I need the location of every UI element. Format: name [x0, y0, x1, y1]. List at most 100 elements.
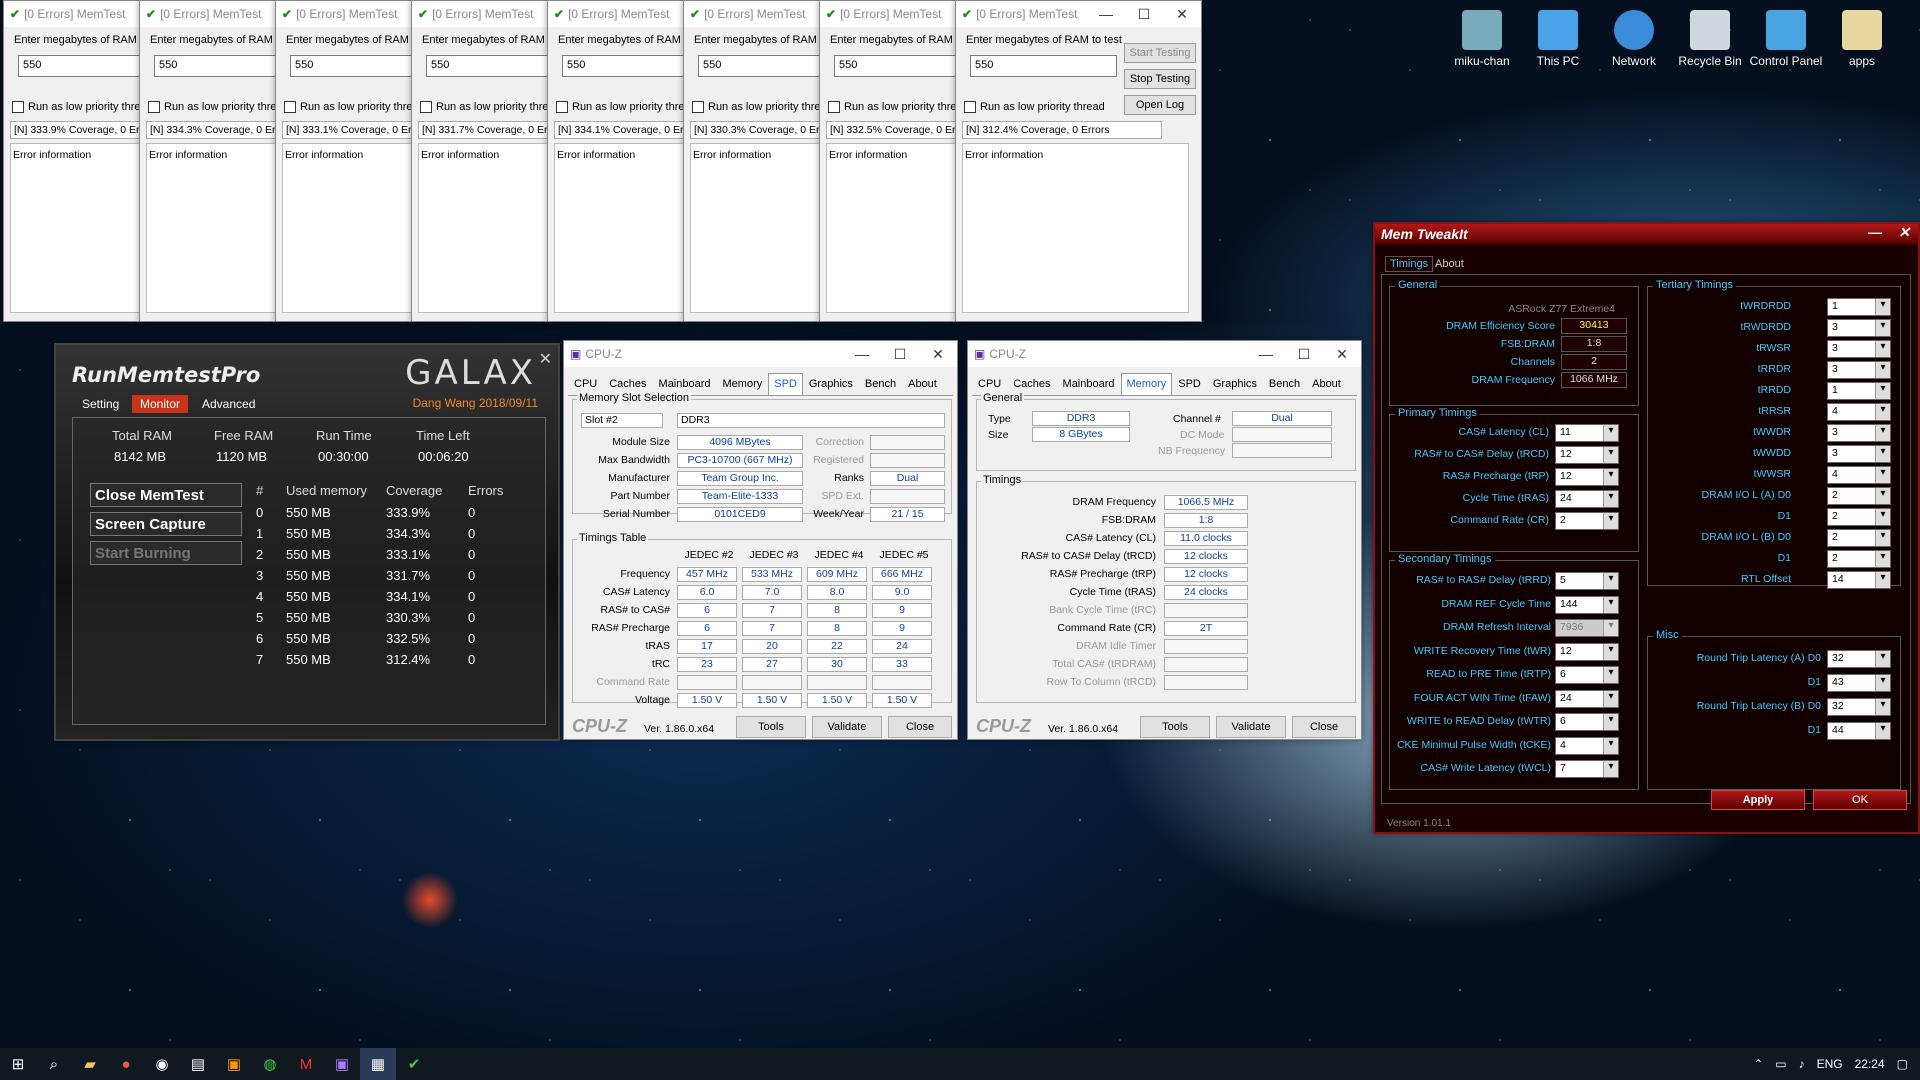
close-icon[interactable]: ✕: [1323, 346, 1361, 363]
tray-chevron-icon[interactable]: ⌃: [1753, 1057, 1763, 1071]
low-priority-checkbox[interactable]: Run as low priority thread: [828, 101, 969, 113]
memtest-taskbar-icon[interactable]: M: [288, 1048, 324, 1080]
language-indicator[interactable]: ENG: [1817, 1057, 1843, 1071]
volume-icon[interactable]: ♪: [1799, 1057, 1805, 1071]
secondary-select[interactable]: 24: [1555, 689, 1619, 708]
app-icon-3[interactable]: ▤: [180, 1048, 216, 1080]
tertiary-select[interactable]: 3: [1827, 445, 1891, 463]
tools-button[interactable]: Tools: [1140, 716, 1210, 738]
validate-button[interactable]: Validate: [1216, 716, 1286, 738]
tab-about[interactable]: About: [1435, 258, 1464, 270]
tertiary-select[interactable]: 2: [1827, 529, 1891, 547]
checkbox-icon[interactable]: [964, 101, 976, 113]
tab-advanced[interactable]: Advanced: [194, 395, 263, 413]
checkbox-icon[interactable]: [692, 101, 704, 113]
close-icon[interactable]: ✕: [919, 346, 957, 363]
low-priority-checkbox[interactable]: Run as low priority thread: [420, 101, 561, 113]
tab-memory[interactable]: Memory: [717, 373, 769, 395]
clock[interactable]: 22:24: [1855, 1057, 1885, 1071]
tertiary-select[interactable]: 2: [1827, 487, 1891, 505]
primary-select[interactable]: 24: [1555, 490, 1619, 508]
secondary-select[interactable]: 12: [1555, 642, 1619, 661]
tab-bench[interactable]: Bench: [859, 373, 902, 395]
network-icon[interactable]: ▭: [1775, 1057, 1786, 1071]
low-priority-checkbox[interactable]: Run as low priority thread: [12, 101, 153, 113]
maximize-icon[interactable]: ☐: [1125, 6, 1163, 23]
checkbox-icon[interactable]: [284, 101, 296, 113]
low-priority-checkbox[interactable]: Run as low priority thread: [284, 101, 425, 113]
tertiary-select[interactable]: 4: [1827, 466, 1891, 484]
app-icon-5[interactable]: ▦: [360, 1048, 396, 1080]
desktop-icon-user[interactable]: miku-chan: [1445, 10, 1519, 68]
desktop-icon-network[interactable]: Network: [1597, 10, 1671, 68]
ok-button[interactable]: OK: [1813, 790, 1907, 810]
screen-capture-button[interactable]: Screen Capture: [90, 512, 242, 536]
secondary-select[interactable]: 7936: [1555, 619, 1619, 637]
misc-select[interactable]: 43: [1827, 674, 1891, 692]
secondary-select[interactable]: 144: [1555, 595, 1619, 614]
low-priority-checkbox[interactable]: Run as low priority thread: [692, 101, 833, 113]
notification-icon[interactable]: ▢: [1897, 1057, 1908, 1071]
desktop-icon-control-panel[interactable]: Control Panel: [1749, 10, 1823, 68]
start-burning-button[interactable]: Start Burning: [90, 541, 242, 565]
close-memtest-button[interactable]: Close MemTest: [90, 483, 242, 507]
app-icon-2[interactable]: ◉: [144, 1048, 180, 1080]
tools-button[interactable]: Tools: [736, 716, 806, 738]
file-explorer-icon[interactable]: ▰: [72, 1048, 108, 1080]
app-icon-6[interactable]: ✔: [396, 1048, 432, 1080]
tertiary-select[interactable]: 2: [1827, 508, 1891, 526]
primary-select[interactable]: 2: [1555, 512, 1619, 530]
tab-monitor[interactable]: Monitor: [132, 395, 189, 413]
secondary-select[interactable]: 7: [1555, 760, 1619, 778]
tertiary-select[interactable]: 1: [1827, 382, 1891, 400]
tertiary-select[interactable]: 3: [1827, 319, 1891, 337]
slot-select[interactable]: Slot #2: [581, 413, 663, 428]
tab-about[interactable]: About: [902, 373, 943, 395]
tab-spd[interactable]: SPD: [768, 373, 803, 395]
checkbox-icon[interactable]: [828, 101, 840, 113]
tertiary-select[interactable]: 3: [1827, 424, 1891, 442]
tab-graphics[interactable]: Graphics: [803, 373, 859, 395]
close-button[interactable]: Close: [888, 716, 952, 738]
primary-select[interactable]: 11: [1555, 424, 1619, 442]
app-icon-4[interactable]: ▣: [216, 1048, 252, 1080]
secondary-select[interactable]: 6: [1555, 666, 1619, 684]
checkbox-icon[interactable]: [12, 101, 24, 113]
open-log-button[interactable]: Open Log: [1124, 95, 1196, 115]
megabytes-input[interactable]: 550: [970, 55, 1117, 77]
close-icon[interactable]: ✕: [539, 349, 552, 369]
misc-select[interactable]: 32: [1827, 698, 1891, 716]
tab-timings[interactable]: Timings: [1385, 256, 1434, 272]
app-icon-1[interactable]: ●: [108, 1048, 144, 1080]
primary-select[interactable]: 12: [1555, 446, 1619, 464]
misc-select[interactable]: 32: [1827, 650, 1891, 668]
stop-testing-button[interactable]: Stop Testing: [1124, 69, 1196, 89]
apply-button[interactable]: Apply: [1711, 790, 1805, 810]
checkbox-icon[interactable]: [420, 101, 432, 113]
tab-bench[interactable]: Bench: [1263, 373, 1306, 395]
tertiary-select[interactable]: 1: [1827, 298, 1891, 316]
tertiary-select[interactable]: 2: [1827, 550, 1891, 568]
tertiary-select[interactable]: 3: [1827, 340, 1891, 358]
checkbox-icon[interactable]: [148, 101, 160, 113]
close-icon[interactable]: ✕: [1163, 6, 1201, 23]
tertiary-select[interactable]: 4: [1827, 403, 1891, 421]
tab-about[interactable]: About: [1306, 373, 1347, 395]
tab-spd[interactable]: SPD: [1172, 373, 1207, 395]
start-testing-button[interactable]: Start Testing: [1124, 43, 1196, 63]
tertiary-select[interactable]: 3: [1827, 361, 1891, 379]
checkbox-icon[interactable]: [556, 101, 568, 113]
search-icon[interactable]: ⌕: [36, 1048, 72, 1080]
tab-graphics[interactable]: Graphics: [1207, 373, 1263, 395]
tertiary-select[interactable]: 14: [1827, 571, 1891, 589]
primary-select[interactable]: 12: [1555, 468, 1619, 486]
close-icon[interactable]: ✕: [1898, 224, 1910, 241]
low-priority-checkbox[interactable]: Run as low priority thread: [556, 101, 697, 113]
minimize-icon[interactable]: —: [843, 346, 881, 363]
tab-mainboard[interactable]: Mainboard: [1057, 373, 1121, 395]
secondary-select[interactable]: 6: [1555, 713, 1619, 731]
cpuz-taskbar-icon[interactable]: ▣: [324, 1048, 360, 1080]
minimize-icon[interactable]: —: [1087, 6, 1125, 23]
desktop-icon-recycle-bin[interactable]: Recycle Bin: [1673, 10, 1747, 68]
minimize-icon[interactable]: —: [1868, 224, 1882, 240]
